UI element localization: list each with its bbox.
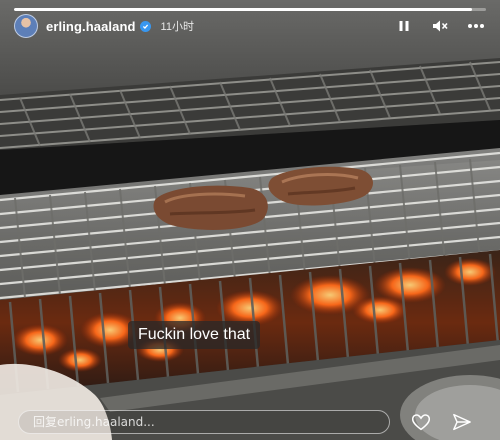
- heart-icon[interactable]: [409, 410, 433, 434]
- username[interactable]: erling.haaland: [46, 19, 136, 34]
- story-caption: Fuckin love that: [128, 321, 261, 349]
- story-controls: [394, 16, 486, 36]
- send-icon[interactable]: [450, 410, 474, 434]
- story-progress-bar: [14, 8, 486, 11]
- story-progress-fill: [14, 8, 472, 11]
- verified-badge-icon: [139, 20, 151, 32]
- post-time: 11小时: [160, 21, 194, 33]
- steak-left: [153, 185, 268, 230]
- speaker-mute-icon[interactable]: [430, 16, 450, 36]
- reply-input[interactable]: 回复erling.haaland...: [18, 410, 390, 434]
- story-photo: [0, 0, 500, 440]
- story-viewer[interactable]: erling.haaland 11小时 Fuckin love that 回复e…: [0, 0, 500, 440]
- avatar[interactable]: [14, 14, 38, 38]
- more-horizontal-icon[interactable]: [466, 16, 486, 36]
- story-header: erling.haaland 11小时: [14, 14, 486, 38]
- pause-icon[interactable]: [394, 16, 414, 36]
